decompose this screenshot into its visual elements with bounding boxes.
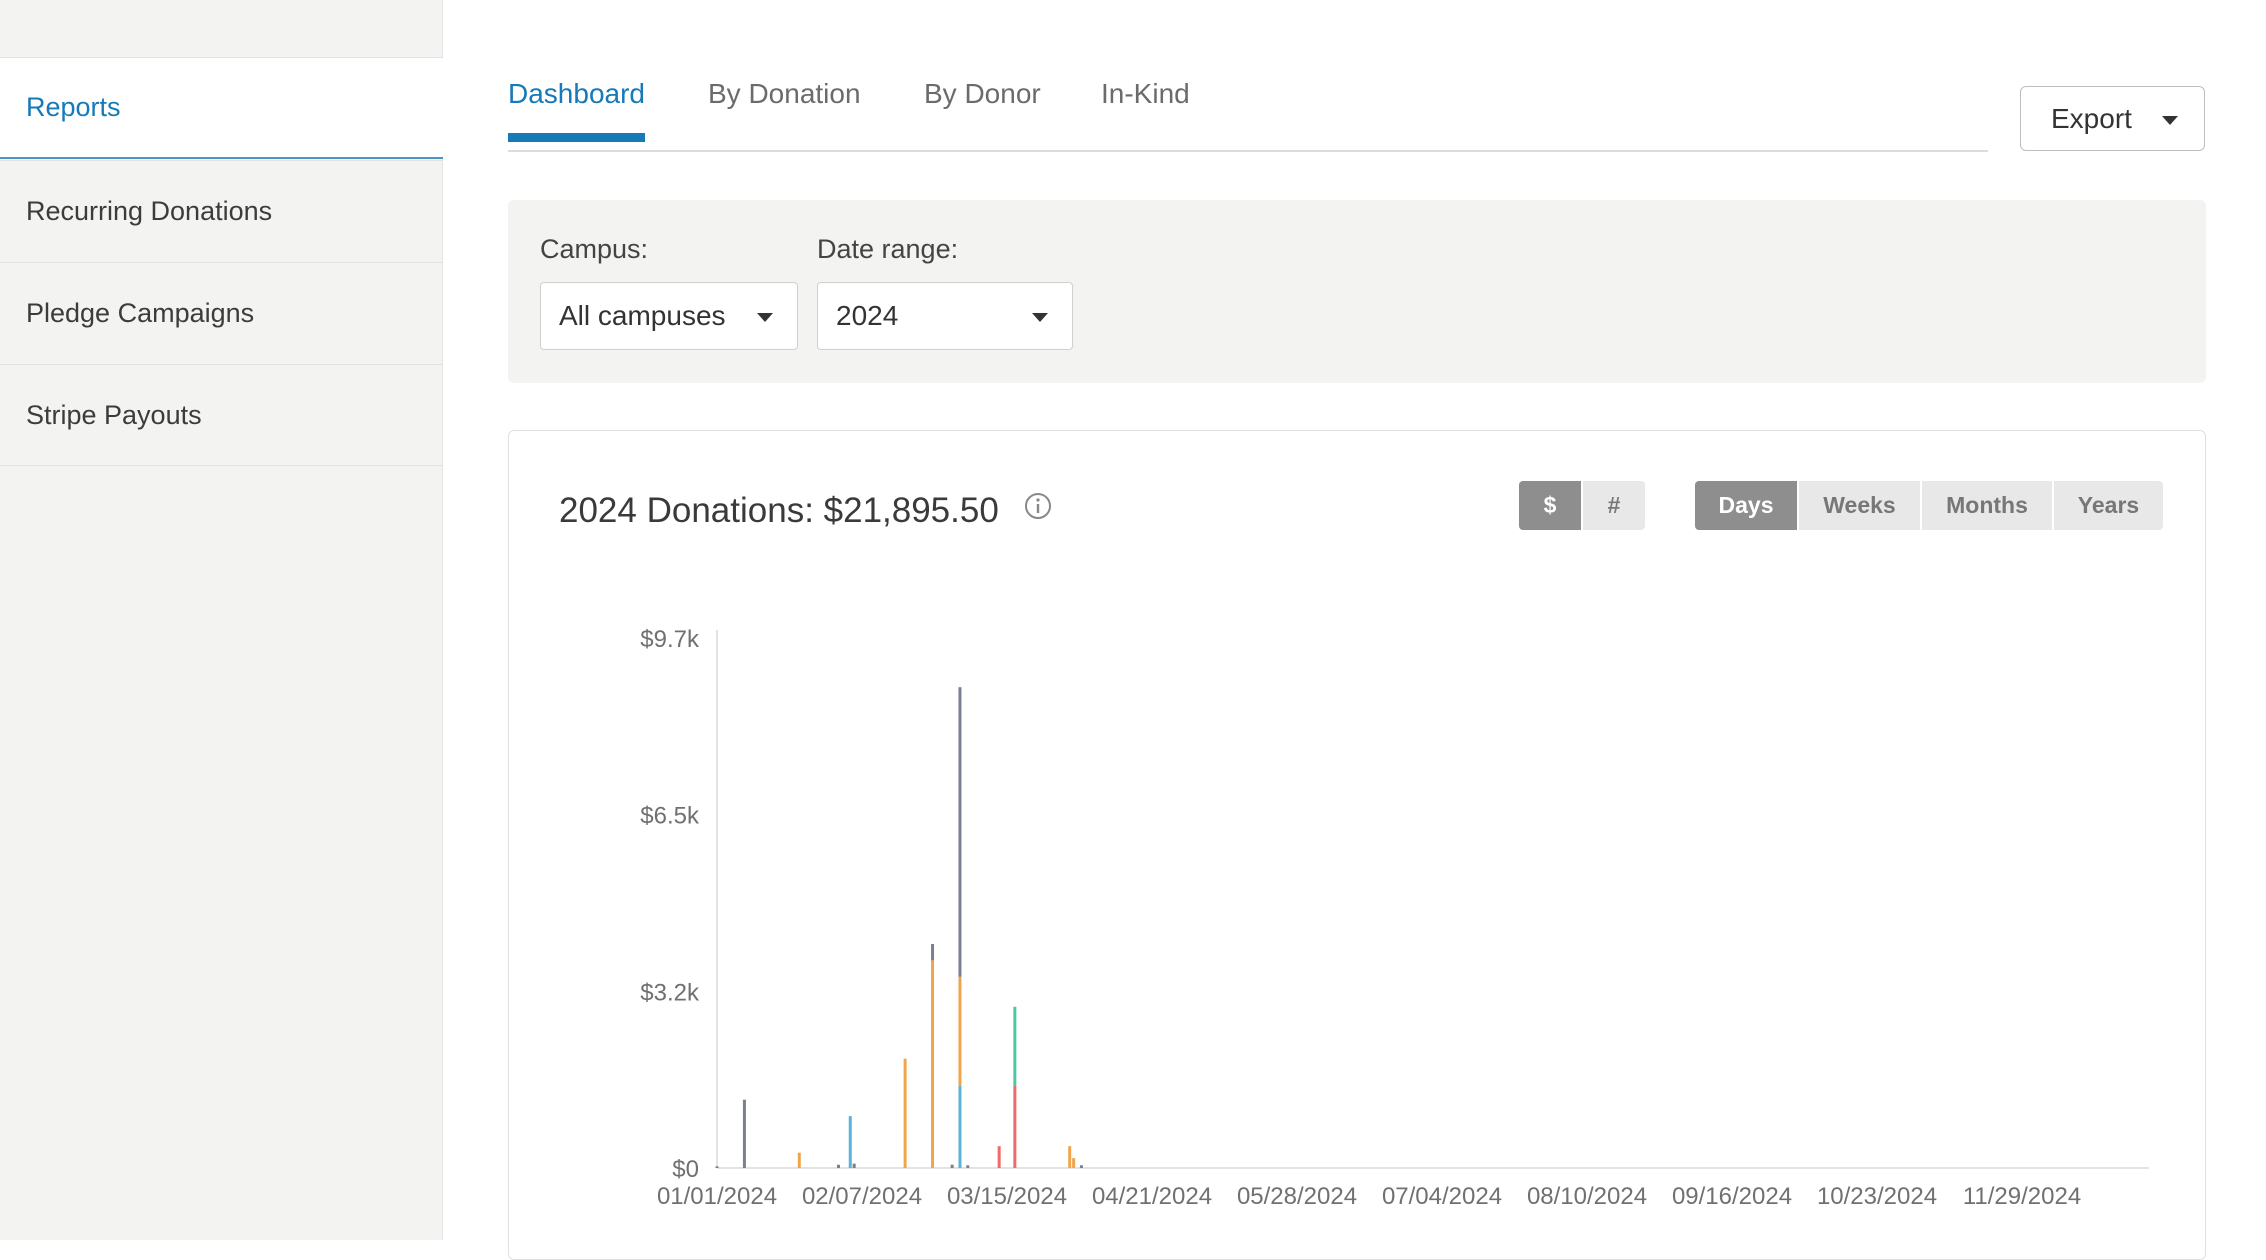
x-tick-label: 04/21/2024 xyxy=(1092,1183,1212,1210)
bar-segment xyxy=(997,1146,1001,1168)
campus-value: All campuses xyxy=(559,300,726,331)
bar-segment xyxy=(848,1116,852,1168)
campus-select[interactable]: All campuses xyxy=(540,282,798,350)
bar-segment xyxy=(958,976,962,1087)
bar-segment xyxy=(852,1163,856,1168)
x-tick-label: 09/16/2024 xyxy=(1672,1183,1792,1210)
bar-segment xyxy=(931,943,935,961)
y-tick-label: $0 xyxy=(672,1156,699,1183)
x-tick-label: 05/28/2024 xyxy=(1237,1183,1357,1210)
tab-by-donor[interactable]: By Donor xyxy=(924,78,1041,140)
sidebar-item-label: Stripe Payouts xyxy=(26,399,202,430)
x-tick-label: 01/01/2024 xyxy=(657,1183,777,1210)
sidebar-item-label: Reports xyxy=(26,92,121,122)
y-tick-label: $3.2k xyxy=(640,979,700,1006)
chevron-down-icon xyxy=(757,313,773,322)
bar-segment xyxy=(836,1164,840,1168)
bar-segment xyxy=(931,960,935,1168)
sidebar: Reports Recurring Donations Pledge Campa… xyxy=(0,0,443,1240)
sidebar-item-recurring-donations[interactable]: Recurring Donations xyxy=(0,160,443,262)
sidebar-item-stripe-payouts[interactable]: Stripe Payouts xyxy=(0,364,443,466)
bar-segment xyxy=(1068,1146,1072,1168)
date-range-select[interactable]: 2024 xyxy=(817,282,1073,350)
chevron-down-icon xyxy=(2162,116,2178,125)
bar-segment xyxy=(958,687,962,977)
x-tick-label: 10/23/2024 xyxy=(1817,1183,1937,1210)
sidebar-item-label: Pledge Campaigns xyxy=(26,298,255,328)
chevron-down-icon xyxy=(1032,313,1048,322)
sidebar-item-label: Recurring Donations xyxy=(26,196,273,226)
bar-segment xyxy=(797,1152,801,1168)
export-button[interactable]: Export xyxy=(2020,86,2205,151)
bar-segment xyxy=(1079,1165,1083,1168)
date-range-value: 2024 xyxy=(836,300,899,331)
donations-chart-card: 2024 Donations: $21,895.50 $ # Days Week… xyxy=(508,430,2206,1260)
bar-segment xyxy=(1072,1158,1076,1168)
sidebar-item-reports[interactable]: Reports xyxy=(0,57,443,159)
x-tick-label: 08/10/2024 xyxy=(1527,1183,1647,1210)
y-tick-label: $9.7k xyxy=(640,626,700,653)
export-label: Export xyxy=(2051,102,2132,134)
bar-segment xyxy=(903,1058,907,1168)
report-tabs: Dashboard By Donation By Donor In-Kind xyxy=(508,60,1988,152)
y-tick-label: $6.5k xyxy=(640,803,700,830)
x-tick-label: 11/29/2024 xyxy=(1963,1183,2081,1210)
bar-segment xyxy=(1013,1006,1017,1087)
bar-segment xyxy=(958,1086,962,1168)
x-tick-label: 03/15/2024 xyxy=(947,1183,1067,1210)
campus-label: Campus: xyxy=(540,234,649,264)
tab-in-kind[interactable]: In-Kind xyxy=(1101,78,1190,140)
x-tick-label: 02/07/2024 xyxy=(802,1183,922,1210)
sidebar-item-pledge-campaigns[interactable]: Pledge Campaigns xyxy=(0,262,443,364)
bar-segment xyxy=(950,1164,954,1168)
bar-segment xyxy=(1013,1086,1017,1168)
filter-panel: Campus: All campuses Date range: 2024 xyxy=(508,200,2206,383)
bar-segment xyxy=(966,1165,970,1168)
bar-segment xyxy=(742,1099,746,1168)
tab-by-donation[interactable]: By Donation xyxy=(708,78,861,140)
donations-bar-chart: $0 $3.2k $6.5k $9.7k 01/01/2024 02/07/2024 03/… xyxy=(640,626,2149,1210)
date-range-label: Date range: xyxy=(817,234,959,264)
tab-dashboard[interactable]: Dashboard xyxy=(508,78,645,142)
bar-segment xyxy=(715,1166,719,1168)
x-tick-label: 07/04/2024 xyxy=(1382,1183,1502,1210)
